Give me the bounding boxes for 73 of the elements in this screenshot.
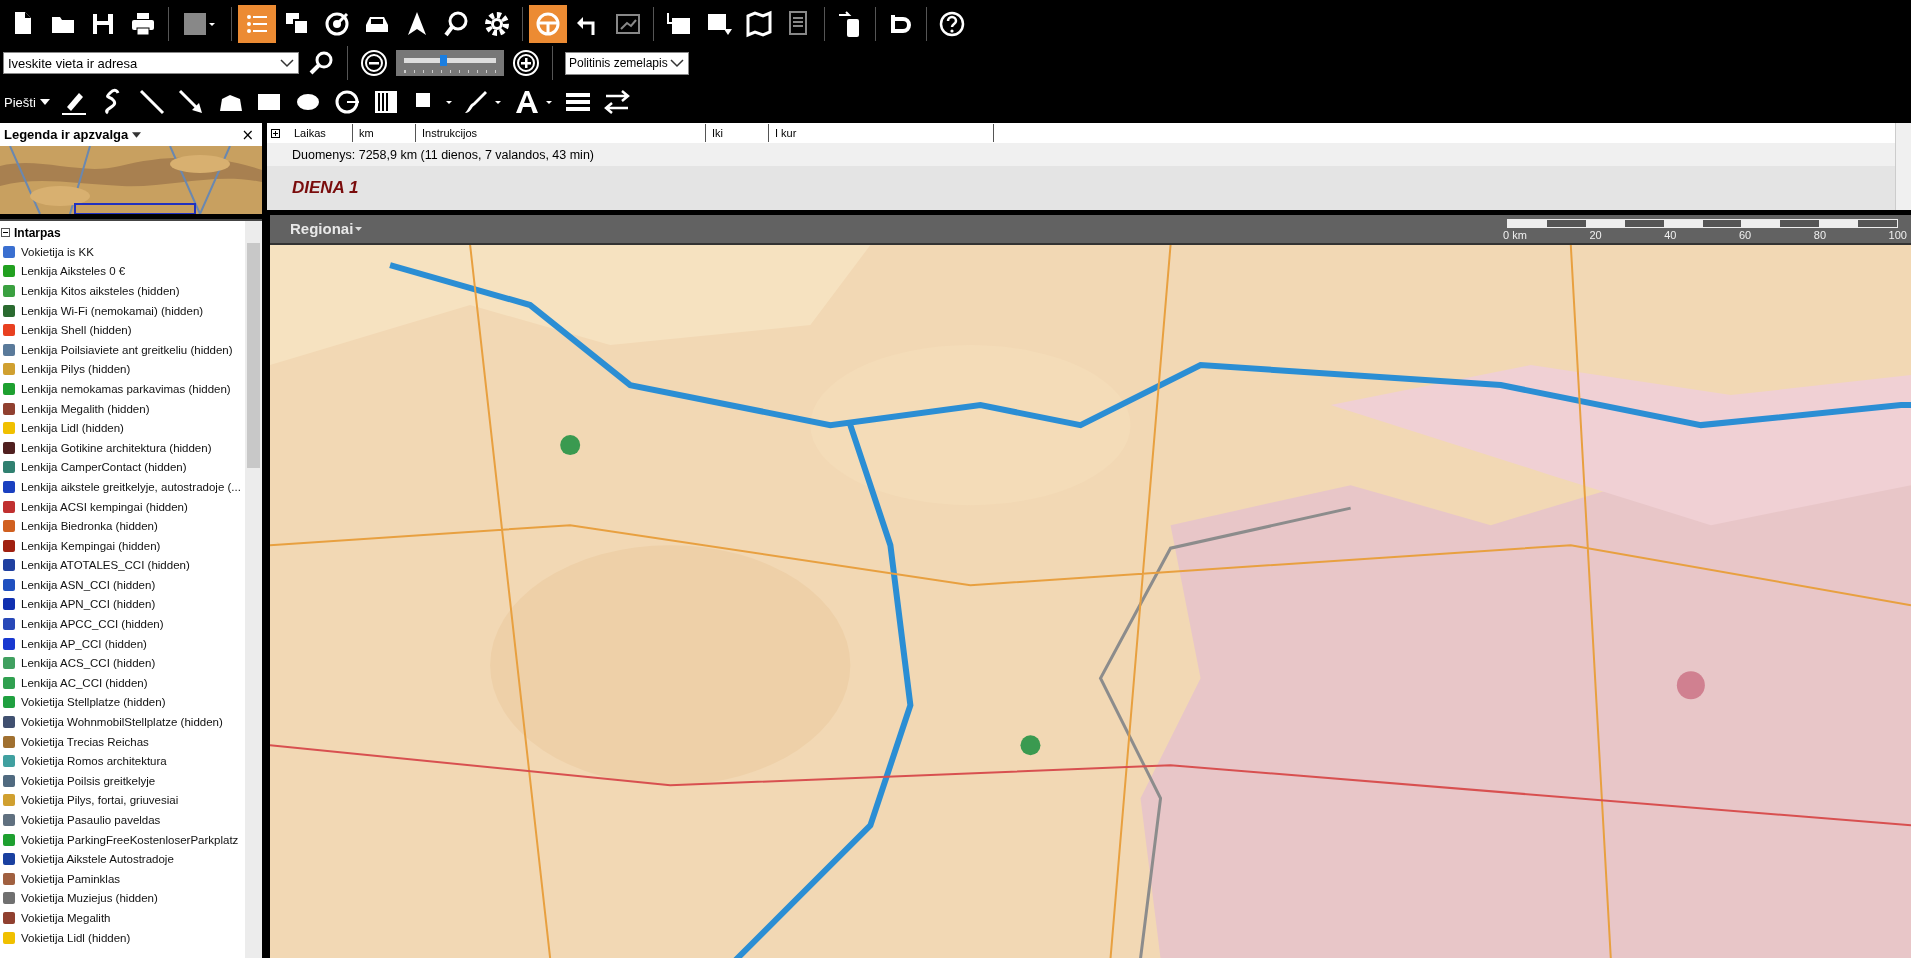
close-button[interactable]: × xyxy=(237,125,258,144)
layer-label[interactable]: Lenkija aikstele greitkelyje, autostradoje (... xyxy=(21,480,241,493)
column-header[interactable]: Laikas xyxy=(288,124,353,142)
layer-label[interactable]: Lenkija Gotikine architektura (hidden) xyxy=(21,441,212,454)
layer-label[interactable]: Vokietija Pilys, fortai, griuvesiai xyxy=(21,794,179,807)
layer-label[interactable]: Vokietija ParkingFreeKostenloserParkplatz xyxy=(21,833,239,846)
scale-label: 20 xyxy=(1589,228,1602,241)
column-header[interactable]: Instrukcijos xyxy=(416,124,706,142)
list-button[interactable] xyxy=(238,4,276,43)
layer-label[interactable]: Lenkija Lidl (hidden) xyxy=(21,422,124,435)
layer-label[interactable]: Vokietija Muziejus (hidden) xyxy=(21,892,158,905)
zoom-in-icon[interactable] xyxy=(512,49,540,78)
steering-wheel-button[interactable] xyxy=(529,4,567,43)
layer-label[interactable]: Lenkija Megalith (hidden) xyxy=(21,402,150,415)
layer-label[interactable]: Lenkija Biedronka (hidden) xyxy=(21,520,158,533)
column-header[interactable]: Iki xyxy=(706,124,769,142)
folded-map-icon xyxy=(744,8,774,39)
layer-label[interactable]: Lenkija Pilys (hidden) xyxy=(21,363,131,376)
layer-label[interactable]: Vokietija Megalith xyxy=(21,912,111,924)
layer-label[interactable]: Vokietija Stellplatze (hidden) xyxy=(21,696,166,709)
slider-thumb[interactable] xyxy=(439,55,447,67)
layer-label[interactable]: Lenkija ACSI kempingai (hidden) xyxy=(21,500,188,513)
caret-icon xyxy=(132,131,142,138)
address-combobox[interactable]: Iveskite vieta ir adresa xyxy=(3,52,299,75)
scale-label: 0 km xyxy=(1503,228,1527,241)
layer-label[interactable]: Lenkija AC_CCI (hidden) xyxy=(21,676,148,689)
collapse-icon[interactable] xyxy=(1,228,10,237)
day-heading: DIENA 1 xyxy=(292,177,359,198)
layer-label[interactable]: Vokietija is KK xyxy=(21,245,94,258)
layer-label[interactable]: Lenkija ATOTALES_CCI (hidden) xyxy=(21,559,190,572)
scale-label: 40 xyxy=(1664,228,1677,241)
layer-label[interactable]: Vokietija Trecias Reichas xyxy=(21,735,149,748)
group-label: Intarpas xyxy=(14,225,61,240)
layer-label[interactable]: Lenkija Wi-Fi (nemokamai) (hidden) xyxy=(21,304,204,317)
layer-label[interactable]: Lenkija ACS_CCI (hidden) xyxy=(21,657,156,670)
layer-label[interactable]: Lenkija CamperContact (hidden) xyxy=(21,461,187,474)
draw-menu[interactable]: Piešti xyxy=(4,94,50,110)
layer-label[interactable]: Vokietija Lidl (hidden) xyxy=(21,931,131,944)
column-header[interactable]: km xyxy=(353,124,416,142)
layer-label[interactable]: Lenkija Aiksteles 0 € xyxy=(21,265,126,278)
layer-label[interactable]: Vokietija Poilsis greitkelyje xyxy=(21,774,156,787)
layer-label[interactable]: Vokietija Aikstele Autostradoje xyxy=(21,853,174,866)
layer-label[interactable]: Lenkija Shell (hidden) xyxy=(21,324,132,337)
address-field[interactable]: Iveskite vieta ir adresa xyxy=(4,56,280,71)
layer-label[interactable]: Vokietija Romos architektura xyxy=(21,755,167,768)
panel-title-menu[interactable]: Legenda ir apzvalga xyxy=(4,127,142,142)
scale-label: 80 xyxy=(1813,228,1827,241)
column-header[interactable]: I kur xyxy=(769,124,994,142)
layer-label[interactable]: Lenkija ASN_CCI (hidden) xyxy=(21,578,156,591)
layer-menu[interactable]: Regionai xyxy=(290,220,363,238)
caret-icon xyxy=(39,99,50,106)
layer-label[interactable]: Lenkija nemokamas parkavimas (hidden) xyxy=(21,382,231,395)
route-summary: Duomenys: 7258,9 km (11 dienos, 7 valandos, 43 min) xyxy=(267,143,1895,166)
layer-label[interactable]: Lenkija APN_CCI (hidden) xyxy=(21,598,156,611)
caret-icon xyxy=(280,58,294,69)
map-type-dropdown[interactable]: Politinis zemelapis xyxy=(565,52,689,75)
layer-label[interactable]: Lenkija Kitos aiksteles (hidden) xyxy=(21,285,180,297)
layer-label[interactable]: Lenkija AP_CCI (hidden) xyxy=(21,637,147,650)
layer-label[interactable]: Vokietija Paminklas xyxy=(21,872,121,885)
scale-label: 100 xyxy=(1888,228,1907,241)
scrollbar[interactable] xyxy=(245,221,262,958)
layer-label[interactable]: Lenkija Poilsiaviete ant greitkeliu (hidden) xyxy=(21,343,233,356)
layer-label[interactable]: Lenkija APCC_CCI (hidden) xyxy=(21,618,164,631)
caret-icon xyxy=(355,226,363,231)
scrollbar[interactable] xyxy=(1895,123,1911,210)
zoom-out-icon[interactable] xyxy=(360,49,388,78)
scale-label: 60 xyxy=(1739,228,1752,241)
zoom-slider[interactable] xyxy=(396,50,504,77)
layer-label[interactable]: Lenkija Kempingai (hidden) xyxy=(21,539,161,552)
layer-label[interactable]: Vokietija Pasaulio paveldas xyxy=(21,814,161,826)
expand-icon[interactable] xyxy=(271,128,280,138)
layer-label[interactable]: Vokietija WohnmobilStellplatze (hidden) xyxy=(21,716,223,729)
caret-icon xyxy=(670,58,684,69)
